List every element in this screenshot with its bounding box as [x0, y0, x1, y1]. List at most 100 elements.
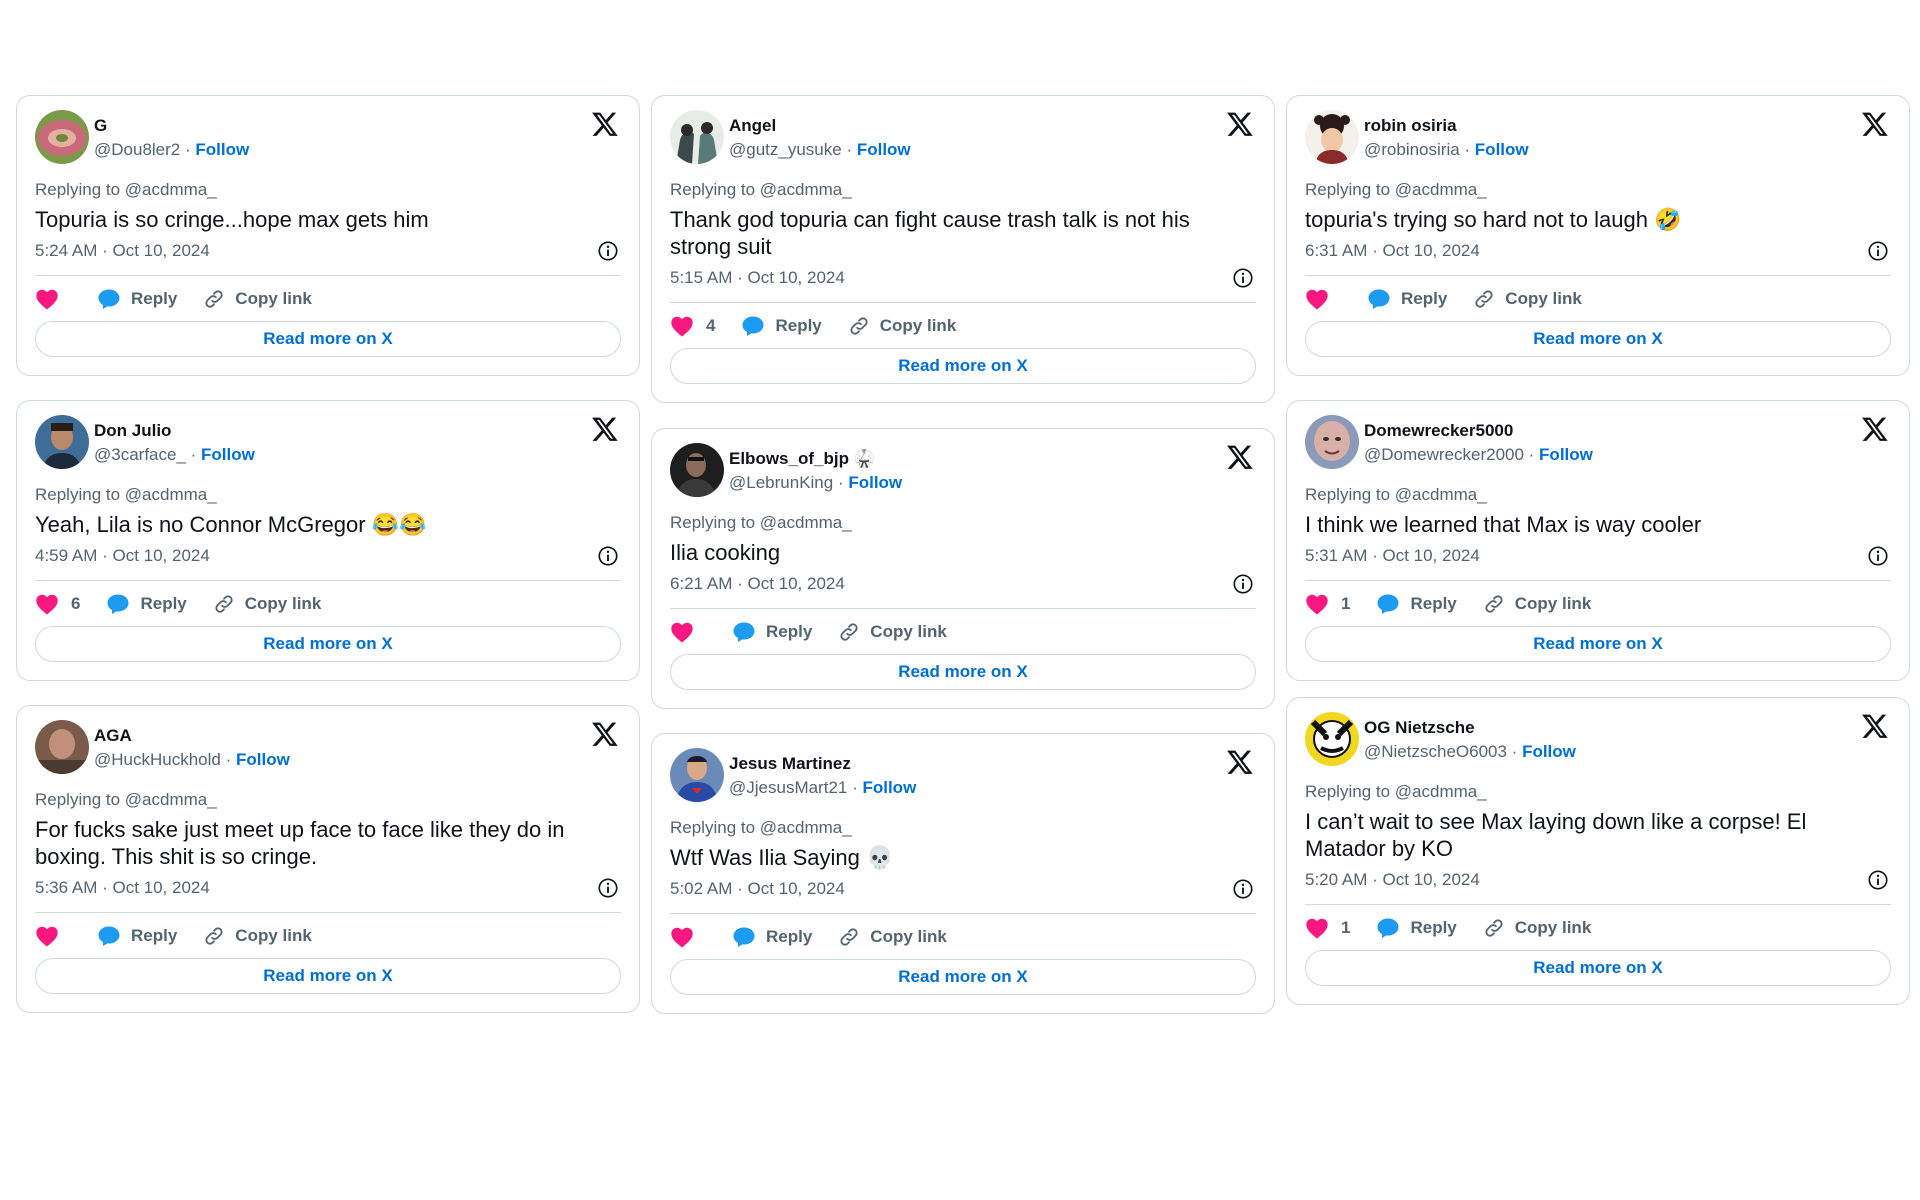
reply-button[interactable]: Reply — [106, 593, 187, 615]
tweet-timestamp[interactable]: 4:59 AM · Oct 10, 2024 — [35, 546, 210, 565]
read-more-button[interactable]: Read more on X — [1305, 626, 1891, 662]
read-more-button[interactable]: Read more on X — [35, 958, 621, 994]
author-handle[interactable]: @3carface_ — [94, 445, 186, 464]
author-handle[interactable]: @NietzscheO6003 — [1364, 742, 1507, 761]
like-button[interactable]: 1 — [1305, 917, 1350, 939]
info-icon[interactable] — [1867, 869, 1889, 891]
tweet-timestamp[interactable]: 5:02 AM · Oct 10, 2024 — [670, 879, 845, 898]
follow-button[interactable]: Follow — [1475, 140, 1529, 159]
x-logo-icon[interactable] — [1861, 110, 1889, 138]
avatar[interactable] — [670, 748, 724, 802]
follow-button[interactable]: Follow — [201, 445, 255, 464]
follow-button[interactable]: Follow — [862, 778, 916, 797]
like-button[interactable]: 1 — [1305, 593, 1350, 615]
info-icon[interactable] — [1232, 267, 1254, 289]
like-button[interactable] — [35, 925, 71, 947]
author-name[interactable]: G — [94, 116, 107, 136]
avatar[interactable] — [35, 415, 89, 469]
x-logo-icon[interactable] — [1226, 110, 1254, 138]
x-logo-icon[interactable] — [591, 110, 619, 138]
tweet-timestamp[interactable]: 6:31 AM · Oct 10, 2024 — [1305, 241, 1480, 260]
copy-link-button[interactable]: Copy link — [848, 315, 956, 337]
reply-button[interactable]: Reply — [97, 288, 177, 310]
avatar[interactable] — [35, 110, 89, 164]
author-handle[interactable]: @robinosiria — [1364, 140, 1460, 159]
author-name-text[interactable]: Elbows_of_bjp — [729, 449, 849, 468]
tweet-timestamp[interactable]: 6:21 AM · Oct 10, 2024 — [670, 574, 845, 593]
info-icon[interactable] — [597, 240, 619, 262]
copy-link-button[interactable]: Copy link — [1483, 593, 1591, 615]
reply-button[interactable]: Reply — [741, 315, 822, 337]
tweet-timestamp[interactable]: 5:20 AM · Oct 10, 2024 — [1305, 870, 1480, 889]
author-handle[interactable]: @HuckHuckhold — [94, 750, 221, 769]
avatar[interactable] — [1305, 110, 1359, 164]
read-more-button[interactable]: Read more on X — [1305, 950, 1891, 986]
like-button[interactable] — [1305, 288, 1341, 310]
follow-button[interactable]: Follow — [857, 140, 911, 159]
like-button[interactable] — [670, 926, 706, 948]
like-button[interactable]: 6 — [35, 593, 80, 615]
author-handle[interactable]: @LebrunKing — [729, 473, 833, 492]
copy-link-button[interactable]: Copy link — [838, 926, 947, 948]
author-handle[interactable]: @Dou8ler2 — [94, 140, 180, 159]
x-logo-icon[interactable] — [1226, 748, 1254, 776]
x-logo-icon[interactable] — [591, 415, 619, 443]
author-name[interactable]: OG Nietzsche — [1364, 718, 1475, 738]
info-icon[interactable] — [1867, 545, 1889, 567]
reply-button[interactable]: Reply — [1367, 288, 1447, 310]
reply-button[interactable]: Reply — [1376, 593, 1457, 615]
avatar[interactable] — [670, 110, 724, 164]
follow-button[interactable]: Follow — [1522, 742, 1576, 761]
author-name[interactable]: Jesus Martinez — [729, 754, 851, 774]
follow-button[interactable]: Follow — [195, 140, 249, 159]
like-button[interactable] — [35, 288, 71, 310]
author-handle[interactable]: @Domewrecker2000 — [1364, 445, 1524, 464]
copy-link-button[interactable]: Copy link — [213, 593, 321, 615]
x-logo-icon[interactable] — [1861, 415, 1889, 443]
follow-button[interactable]: Follow — [1539, 445, 1593, 464]
follow-button[interactable]: Follow — [236, 750, 290, 769]
info-icon[interactable] — [597, 545, 619, 567]
read-more-button[interactable]: Read more on X — [670, 348, 1256, 384]
tweet-text: For fucks sake just meet up face to face… — [35, 817, 565, 869]
tweet-timestamp[interactable]: 5:31 AM · Oct 10, 2024 — [1305, 546, 1480, 565]
reply-button[interactable]: Reply — [1376, 917, 1457, 939]
avatar[interactable] — [670, 443, 724, 497]
author-name[interactable]: Don Julio — [94, 421, 171, 441]
info-icon[interactable] — [597, 877, 619, 899]
avatar[interactable] — [1305, 415, 1359, 469]
copy-link-button[interactable]: Copy link — [838, 621, 947, 643]
x-logo-icon[interactable] — [1226, 443, 1254, 471]
copy-link-button[interactable]: Copy link — [203, 925, 312, 947]
copy-link-button[interactable]: Copy link — [1483, 917, 1591, 939]
tweet-timestamp[interactable]: 5:24 AM · Oct 10, 2024 — [35, 241, 210, 260]
author-name[interactable]: Angel — [729, 116, 776, 136]
copy-link-button[interactable]: Copy link — [1473, 288, 1582, 310]
info-icon[interactable] — [1232, 878, 1254, 900]
copy-link-button[interactable]: Copy link — [203, 288, 312, 310]
info-icon[interactable] — [1867, 240, 1889, 262]
tweet-timestamp[interactable]: 5:15 AM · Oct 10, 2024 — [670, 268, 845, 287]
info-icon[interactable] — [1232, 573, 1254, 595]
author-name[interactable]: Domewrecker5000 — [1364, 421, 1513, 441]
author-handle[interactable]: @JjesusMart21 — [729, 778, 847, 797]
reply-button[interactable]: Reply — [732, 926, 812, 948]
read-more-button[interactable]: Read more on X — [35, 626, 621, 662]
x-logo-icon[interactable] — [591, 720, 619, 748]
reply-button[interactable]: Reply — [97, 925, 177, 947]
avatar[interactable] — [1305, 712, 1359, 766]
avatar[interactable] — [35, 720, 89, 774]
author-name[interactable]: AGA — [94, 726, 132, 746]
like-button[interactable] — [670, 621, 706, 643]
read-more-button[interactable]: Read more on X — [1305, 321, 1891, 357]
read-more-button[interactable]: Read more on X — [670, 959, 1256, 995]
like-button[interactable]: 4 — [670, 315, 715, 337]
read-more-button[interactable]: Read more on X — [35, 321, 621, 357]
x-logo-icon[interactable] — [1861, 712, 1889, 740]
reply-button[interactable]: Reply — [732, 621, 812, 643]
follow-button[interactable]: Follow — [848, 473, 902, 492]
read-more-button[interactable]: Read more on X — [670, 654, 1256, 690]
author-name[interactable]: robin osiria — [1364, 116, 1457, 136]
author-handle[interactable]: @gutz_yusuke — [729, 140, 842, 159]
tweet-timestamp[interactable]: 5:36 AM · Oct 10, 2024 — [35, 878, 210, 897]
